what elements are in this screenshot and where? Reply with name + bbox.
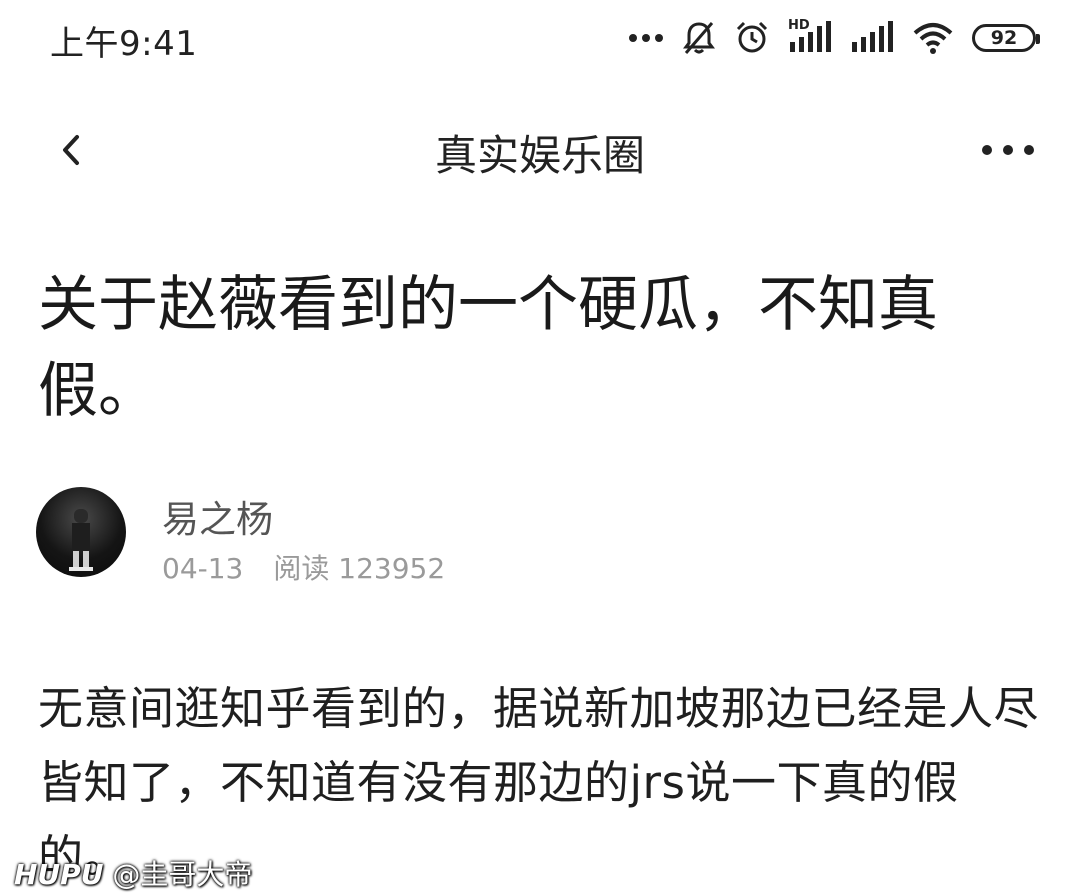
signal-icon [850, 20, 894, 56]
post-date: 04-13 [162, 552, 244, 585]
watermark-brand: HUPU [14, 858, 104, 891]
alarm-icon [734, 20, 770, 56]
post-title: 关于赵薇看到的一个硬瓜，不知真假。 [38, 270, 938, 426]
nav-bar: 真实娱乐圈 [0, 100, 1080, 200]
wifi-icon [912, 21, 954, 55]
more-options-button[interactable] [976, 130, 1040, 170]
status-time: 上午9:41 [50, 24, 198, 64]
author-row: 易之杨 04-13 阅读 123952 [36, 487, 1036, 585]
author-meta: 04-13 阅读 123952 [162, 547, 445, 587]
avatar-figure [69, 509, 93, 571]
nav-title: 真实娱乐圈 [434, 131, 645, 180]
reads-count: 123952 [338, 552, 446, 585]
watermark-handle: @圭哥大帝 [112, 858, 253, 891]
more-dots-icon [628, 33, 664, 43]
avatar[interactable] [36, 487, 126, 577]
watermark: HUPU @圭哥大帝 [14, 853, 252, 893]
signal-icon: HD [788, 18, 832, 56]
mute-bell-icon [682, 20, 716, 56]
more-horizontal-icon [982, 145, 1034, 155]
battery-icon: 92 [972, 24, 1040, 52]
status-bar: 上午9:41 HD 92 [0, 0, 1080, 80]
reads-label: 阅读 [273, 552, 330, 585]
author-name[interactable]: 易之杨 [162, 489, 273, 543]
status-icons: HD 92 [628, 14, 1040, 62]
